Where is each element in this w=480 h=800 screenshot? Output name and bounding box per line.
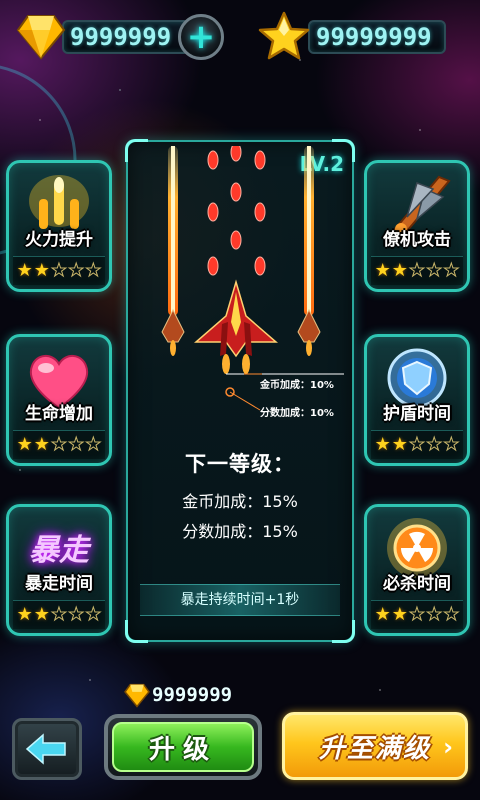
- star-filled-icon: ★: [374, 434, 391, 455]
- max-button-label: 升至满级: [318, 733, 431, 764]
- star-empty-icon: ★: [443, 434, 460, 455]
- star-empty-icon: ★: [85, 604, 102, 625]
- star-empty-icon: ★: [50, 434, 68, 455]
- card-shield[interactable]: 护盾时间 ★ ★ ★ ★ ★: [364, 334, 470, 466]
- star-empty-icon: ★: [426, 260, 443, 281]
- gem-icon: [16, 15, 66, 60]
- gem-icon: [124, 683, 150, 708]
- star-empty-icon: ★: [408, 434, 426, 455]
- buy-gems-button[interactable]: +: [178, 14, 224, 60]
- card-life[interactable]: 生命增加 ★ ★ ★ ★ ★: [6, 334, 112, 466]
- star-empty-icon: ★: [68, 604, 85, 625]
- star-empty-icon: ★: [68, 434, 85, 455]
- next-level-title: 下一等级：: [185, 452, 295, 476]
- card-firepower[interactable]: 火力提升 ★ ★ ★ ★ ★: [6, 160, 112, 292]
- rage-duration-info: 暴走持续时间+1秒: [140, 584, 340, 616]
- star-rating: ★ ★ ★ ★ ★: [371, 430, 463, 459]
- fighter-preview-art: [161, 146, 344, 375]
- star-empty-icon: ★: [50, 604, 68, 625]
- star-count: 99999999: [308, 20, 446, 54]
- star-empty-icon: ★: [50, 260, 68, 281]
- star-filled-icon: ★: [33, 434, 50, 455]
- card-label: 僚机攻击: [383, 230, 451, 250]
- bonus-connector: [225, 373, 262, 411]
- upgrade-button[interactable]: 升级: [104, 714, 262, 780]
- star-empty-icon: ★: [443, 260, 460, 281]
- next-score-bonus: 分数加成：15%: [182, 522, 298, 541]
- card-rage[interactable]: 暴走 暴走时间 ★ ★ ★ ★ ★: [6, 504, 112, 636]
- star-filled-icon: ★: [374, 604, 391, 625]
- star-filled-icon: ★: [16, 434, 33, 455]
- star-rating: ★ ★ ★ ★ ★: [371, 256, 463, 285]
- card-nuke[interactable]: 必杀时间 ★ ★ ★ ★ ★: [364, 504, 470, 636]
- card-label: 暴走时间: [25, 574, 93, 594]
- card-label: 护盾时间: [383, 404, 451, 424]
- star-filled-icon: ★: [16, 604, 33, 625]
- star-filled-icon: ★: [391, 604, 408, 625]
- panel-corner: [332, 620, 355, 643]
- back-arrow-icon: [25, 733, 66, 765]
- star-empty-icon: ★: [85, 434, 102, 455]
- gem-count: 9999999: [62, 20, 190, 54]
- gold-star-icon: [258, 11, 310, 60]
- plus-icon: +: [186, 17, 216, 57]
- star-filled-icon: ★: [16, 260, 33, 281]
- star-empty-icon: ★: [408, 604, 426, 625]
- panel-corner: [125, 620, 148, 643]
- star-empty-icon: ★: [443, 604, 460, 625]
- star-rating: ★ ★ ★ ★ ★: [13, 256, 105, 285]
- star-empty-icon: ★: [426, 434, 443, 455]
- back-button[interactable]: [12, 718, 82, 780]
- star-counter: 99999999: [256, 11, 456, 60]
- upgrade-button-label: 升级: [112, 722, 254, 772]
- rage-art-text: 暴走: [29, 533, 89, 568]
- card-label: 必杀时间: [383, 574, 451, 594]
- star-rating: ★ ★ ★ ★ ★: [13, 600, 105, 629]
- star-filled-icon: ★: [391, 260, 408, 281]
- card-label: 生命增加: [25, 404, 93, 424]
- upgrade-to-max-button[interactable]: 升至满级 ›: [282, 712, 468, 780]
- current-coin-bonus: 金币加成：10%: [260, 380, 334, 391]
- star-empty-icon: ★: [85, 260, 102, 281]
- star-rating: ★ ★ ★ ★ ★: [371, 600, 463, 629]
- current-score-bonus: 分数加成：10%: [260, 408, 334, 419]
- star-filled-icon: ★: [374, 260, 391, 281]
- card-wingman[interactable]: 僚机攻击 ★ ★ ★ ★ ★: [364, 160, 470, 292]
- cost-value: 9999999: [152, 684, 233, 706]
- card-label: 火力提升: [25, 230, 93, 250]
- star-empty-icon: ★: [426, 604, 443, 625]
- upgrade-detail-panel: LV.2 金币加成：10% 分数加成：10% 下一等级： 金币加成：15% 分数…: [125, 139, 355, 643]
- star-rating: ★ ★ ★ ★ ★: [13, 430, 105, 459]
- chevron-right-icon: ›: [443, 733, 455, 761]
- star-filled-icon: ★: [33, 260, 50, 281]
- next-coin-bonus: 金币加成：15%: [182, 492, 298, 511]
- star-filled-icon: ★: [33, 604, 50, 625]
- star-empty-icon: ★: [408, 260, 426, 281]
- star-filled-icon: ★: [391, 434, 408, 455]
- star-empty-icon: ★: [68, 260, 85, 281]
